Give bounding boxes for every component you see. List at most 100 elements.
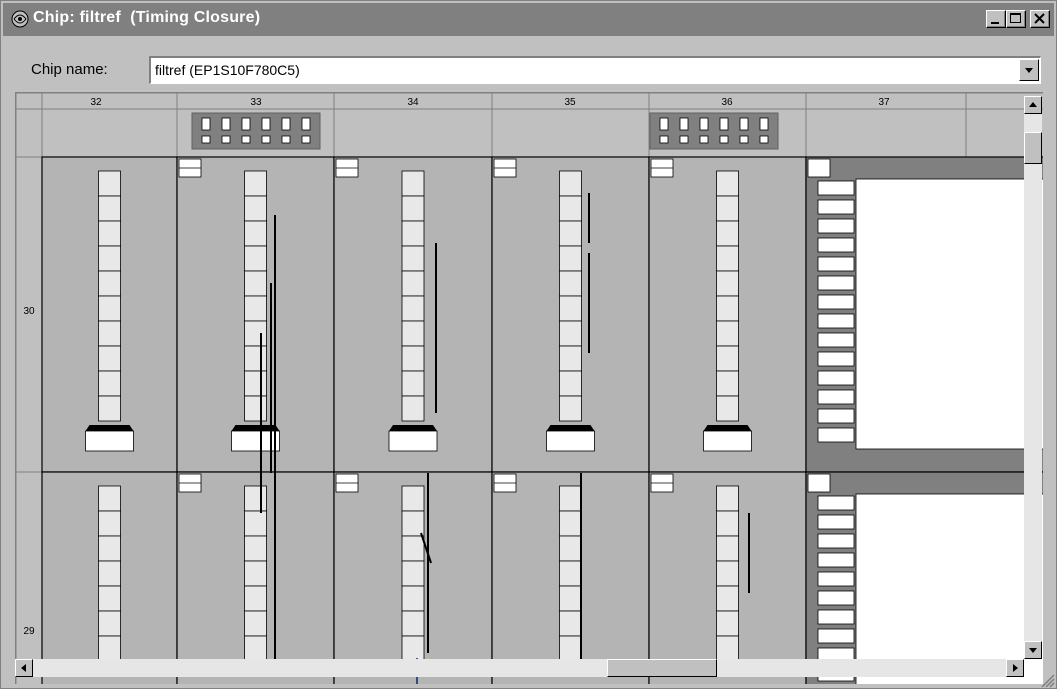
logic-element [716,610,739,637]
close-button[interactable] [1030,10,1050,28]
dropdown-button[interactable] [1019,59,1039,81]
horizontal-scroll-thumb[interactable] [607,659,717,677]
floorplan-view[interactable]: 32 33 34 35 36 37 30 29 [15,92,1043,684]
io-pin [659,117,669,131]
logic-element [98,560,121,587]
ram-port [817,609,855,625]
row-label: 29 [23,626,35,637]
scroll-up-button[interactable] [1024,96,1042,114]
row-header-cell [16,471,43,684]
logic-element [401,610,425,637]
io-cell [41,108,178,158]
logic-element [559,610,582,637]
io-pin [719,117,729,131]
chip-name-value: filtref (EP1S10F780C5) [155,62,300,78]
logic-element [244,170,267,197]
floorplan-canvas[interactable]: 32 33 34 35 36 37 30 29 [16,93,1043,684]
io-pin [301,135,311,144]
vertical-scroll-thumb[interactable] [1024,132,1042,164]
row-label: 30 [23,306,35,317]
lab-cell [41,471,178,684]
logic-element [98,510,121,537]
io-bank-body [191,112,321,150]
ram-port [817,495,855,511]
scroll-right-button[interactable] [1006,659,1024,677]
io-pin [699,135,709,144]
io-pin [281,117,291,131]
block-cap [546,425,595,431]
column-label: 35 [564,97,576,108]
arrow-left-icon [21,664,26,672]
close-icon [1034,13,1045,24]
logic-element [716,535,739,562]
title-bar[interactable]: Chip: filtref (Timing Closure) [3,3,1054,36]
lab-cell [41,156,178,473]
scroll-down-button[interactable] [1024,641,1042,659]
ram-port [817,313,855,329]
logic-element [98,295,121,322]
logic-element [244,345,267,372]
logic-element [244,535,267,562]
logic-element [98,320,121,347]
io-pin [659,135,669,144]
logic-element [716,560,739,587]
block-cap [85,425,134,431]
memory-block [703,430,752,452]
logic-element [559,560,582,587]
column-label: 34 [407,97,419,108]
lab-cell [176,471,335,684]
ram-body [855,493,1043,684]
resize-grip-icon[interactable] [1040,673,1056,689]
logic-element [98,585,121,612]
scroll-left-button[interactable] [15,659,33,677]
logic-element [716,635,739,662]
horizontal-scrollbar[interactable] [15,659,1024,677]
ram-port [817,294,855,310]
io-pin [301,117,311,131]
logic-element [559,535,582,562]
io-pin [739,117,749,131]
column-header-cell [41,93,178,110]
logic-element [244,220,267,247]
logic-element [401,220,425,247]
vertical-scrollbar[interactable] [1024,96,1042,659]
logic-element [98,370,121,397]
ram-port [817,218,855,234]
timing-closure-window: Chip: filtref (Timing Closure) Chip name… [0,0,1057,689]
ram-port [817,590,855,606]
io-cell [491,108,650,158]
logic-element [401,245,425,272]
mega-ram-block [805,471,1043,684]
logic-element [716,320,739,347]
ram-port [817,275,855,291]
logic-element [716,395,739,422]
ram-port [817,514,855,530]
logic-element [98,535,121,562]
memory-block [231,430,280,452]
logic-element [559,345,582,372]
logic-element [401,510,425,537]
ram-port [817,628,855,644]
logic-element [244,270,267,297]
ram-port [817,552,855,568]
ram-port [817,256,855,272]
memory-block [546,430,595,452]
minimize-icon [991,22,999,24]
logic-element [716,485,739,512]
io-pin [719,135,729,144]
column-label: 36 [721,97,733,108]
logic-element [716,270,739,297]
maximize-icon [1010,13,1021,23]
logic-element [244,370,267,397]
chip-name-label: Chip name: [31,61,108,78]
logic-element [716,195,739,222]
ram-port [817,389,855,405]
io-cell [805,108,967,158]
logic-element [559,395,582,422]
logic-element [98,245,121,272]
minimize-button[interactable] [986,10,1006,28]
logic-element [401,395,425,422]
logic-element [401,370,425,397]
maximize-button[interactable] [1006,10,1026,28]
chip-name-dropdown[interactable]: filtref (EP1S10F780C5) [149,56,1041,84]
